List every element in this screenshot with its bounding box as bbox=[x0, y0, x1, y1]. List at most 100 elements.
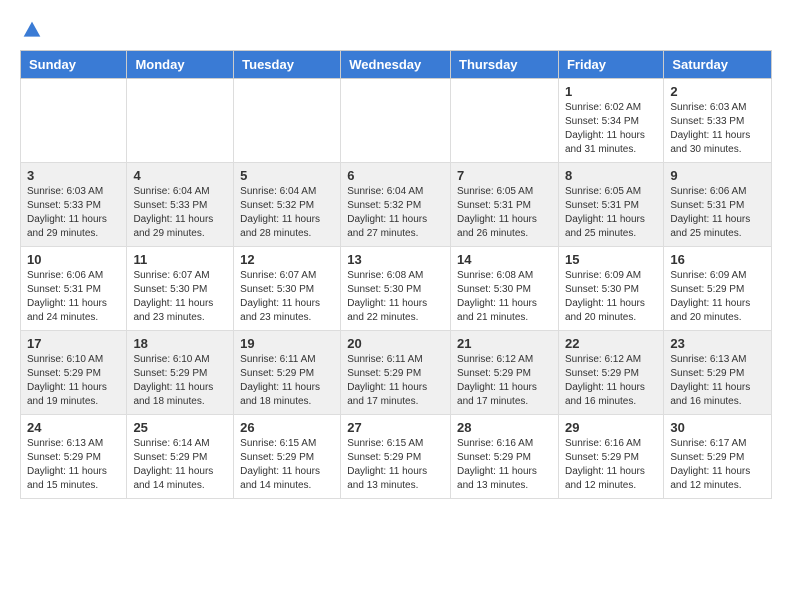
calendar-cell: 4 Sunrise: 6:04 AM Sunset: 5:33 PM Daylig… bbox=[127, 163, 234, 247]
day-number: 26 bbox=[240, 420, 334, 435]
day-info: Sunrise: 6:09 AM Sunset: 5:30 PM Dayligh… bbox=[565, 269, 657, 325]
day-info: Sunrise: 6:13 AM Sunset: 5:29 PM Dayligh… bbox=[27, 437, 120, 493]
day-number: 19 bbox=[240, 336, 334, 351]
day-number: 30 bbox=[670, 420, 765, 435]
calendar-cell: 27 Sunrise: 6:15 AM Sunset: 5:29 PM Dayli… bbox=[341, 415, 451, 499]
day-number: 18 bbox=[133, 336, 227, 351]
calendar-cell: 26 Sunrise: 6:15 AM Sunset: 5:29 PM Dayli… bbox=[234, 415, 341, 499]
day-number: 12 bbox=[240, 252, 334, 267]
calendar-cell: 2 Sunrise: 6:03 AM Sunset: 5:33 PM Daylig… bbox=[664, 79, 772, 163]
day-number: 11 bbox=[133, 252, 227, 267]
calendar-cell: 16 Sunrise: 6:09 AM Sunset: 5:29 PM Dayli… bbox=[664, 247, 772, 331]
calendar-week-4: 24 Sunrise: 6:13 AM Sunset: 5:29 PM Dayli… bbox=[21, 415, 772, 499]
calendar-cell: 11 Sunrise: 6:07 AM Sunset: 5:30 PM Dayli… bbox=[127, 247, 234, 331]
day-info: Sunrise: 6:04 AM Sunset: 5:33 PM Dayligh… bbox=[133, 185, 227, 241]
calendar-cell: 6Sunrise: 6:04 AM Sunset: 5:32 PM Daylig… bbox=[341, 163, 451, 247]
calendar-cell: 19 Sunrise: 6:11 AM Sunset: 5:29 PM Dayli… bbox=[234, 331, 341, 415]
day-number: 22 bbox=[565, 336, 657, 351]
calendar-cell: 29Sunrise: 6:16 AM Sunset: 5:29 PM Dayli… bbox=[558, 415, 663, 499]
day-number: 16 bbox=[670, 252, 765, 267]
day-number: 28 bbox=[457, 420, 552, 435]
day-info: Sunrise: 6:12 AM Sunset: 5:29 PM Dayligh… bbox=[565, 353, 657, 409]
day-number: 7 bbox=[457, 168, 552, 183]
calendar-cell: 21 Sunrise: 6:12 AM Sunset: 5:29 PM Dayli… bbox=[451, 331, 559, 415]
day-number: 9 bbox=[670, 168, 765, 183]
day-info: Sunrise: 6:17 AM Sunset: 5:29 PM Dayligh… bbox=[670, 437, 765, 493]
calendar-cell: 17 Sunrise: 6:10 AM Sunset: 5:29 PM Dayli… bbox=[21, 331, 127, 415]
day-number: 6 bbox=[347, 168, 444, 183]
calendar-week-3: 17 Sunrise: 6:10 AM Sunset: 5:29 PM Dayli… bbox=[21, 331, 772, 415]
calendar-cell: 18 Sunrise: 6:10 AM Sunset: 5:29 PM Dayli… bbox=[127, 331, 234, 415]
header-monday: Monday bbox=[127, 51, 234, 79]
day-info: Sunrise: 6:08 AM Sunset: 5:30 PM Dayligh… bbox=[457, 269, 552, 325]
header-thursday: Thursday bbox=[451, 51, 559, 79]
calendar-cell: 12 Sunrise: 6:07 AM Sunset: 5:30 PM Dayli… bbox=[234, 247, 341, 331]
day-number: 23 bbox=[670, 336, 765, 351]
day-info: Sunrise: 6:10 AM Sunset: 5:29 PM Dayligh… bbox=[27, 353, 120, 409]
calendar-week-1: 3Sunrise: 6:03 AM Sunset: 5:33 PM Daylig… bbox=[21, 163, 772, 247]
header-tuesday: Tuesday bbox=[234, 51, 341, 79]
day-info: Sunrise: 6:03 AM Sunset: 5:33 PM Dayligh… bbox=[670, 101, 765, 157]
logo-icon bbox=[22, 20, 42, 40]
day-info: Sunrise: 6:06 AM Sunset: 5:31 PM Dayligh… bbox=[27, 269, 120, 325]
day-info: Sunrise: 6:07 AM Sunset: 5:30 PM Dayligh… bbox=[240, 269, 334, 325]
day-info: Sunrise: 6:14 AM Sunset: 5:29 PM Dayligh… bbox=[133, 437, 227, 493]
page-header bbox=[20, 20, 772, 40]
day-info: Sunrise: 6:04 AM Sunset: 5:32 PM Dayligh… bbox=[240, 185, 334, 241]
calendar-cell: 22 Sunrise: 6:12 AM Sunset: 5:29 PM Dayli… bbox=[558, 331, 663, 415]
day-number: 24 bbox=[27, 420, 120, 435]
day-info: Sunrise: 6:11 AM Sunset: 5:29 PM Dayligh… bbox=[240, 353, 334, 409]
header-wednesday: Wednesday bbox=[341, 51, 451, 79]
day-number: 25 bbox=[133, 420, 227, 435]
day-number: 5 bbox=[240, 168, 334, 183]
calendar-cell: 1Sunrise: 6:02 AM Sunset: 5:34 PM Daylig… bbox=[558, 79, 663, 163]
calendar-cell: 10Sunrise: 6:06 AM Sunset: 5:31 PM Dayli… bbox=[21, 247, 127, 331]
day-number: 3 bbox=[27, 168, 120, 183]
calendar-cell: 13 Sunrise: 6:08 AM Sunset: 5:30 PM Dayli… bbox=[341, 247, 451, 331]
day-info: Sunrise: 6:15 AM Sunset: 5:29 PM Dayligh… bbox=[347, 437, 444, 493]
day-number: 15 bbox=[565, 252, 657, 267]
day-info: Sunrise: 6:12 AM Sunset: 5:29 PM Dayligh… bbox=[457, 353, 552, 409]
header-sunday: Sunday bbox=[21, 51, 127, 79]
day-number: 8 bbox=[565, 168, 657, 183]
day-info: Sunrise: 6:06 AM Sunset: 5:31 PM Dayligh… bbox=[670, 185, 765, 241]
day-info: Sunrise: 6:09 AM Sunset: 5:29 PM Dayligh… bbox=[670, 269, 765, 325]
day-number: 27 bbox=[347, 420, 444, 435]
calendar-cell: 28 Sunrise: 6:16 AM Sunset: 5:29 PM Dayli… bbox=[451, 415, 559, 499]
day-number: 21 bbox=[457, 336, 552, 351]
calendar-cell: 25 Sunrise: 6:14 AM Sunset: 5:29 PM Dayli… bbox=[127, 415, 234, 499]
day-info: Sunrise: 6:10 AM Sunset: 5:29 PM Dayligh… bbox=[133, 353, 227, 409]
calendar-cell bbox=[127, 79, 234, 163]
day-info: Sunrise: 6:15 AM Sunset: 5:29 PM Dayligh… bbox=[240, 437, 334, 493]
calendar-cell: 7Sunrise: 6:05 AM Sunset: 5:31 PM Daylig… bbox=[451, 163, 559, 247]
calendar-cell: 5 Sunrise: 6:04 AM Sunset: 5:32 PM Daylig… bbox=[234, 163, 341, 247]
calendar-cell: 8 Sunrise: 6:05 AM Sunset: 5:31 PM Daylig… bbox=[558, 163, 663, 247]
day-number: 1 bbox=[565, 84, 657, 99]
calendar-cell: 3Sunrise: 6:03 AM Sunset: 5:33 PM Daylig… bbox=[21, 163, 127, 247]
day-number: 14 bbox=[457, 252, 552, 267]
day-number: 17 bbox=[27, 336, 120, 351]
day-info: Sunrise: 6:07 AM Sunset: 5:30 PM Dayligh… bbox=[133, 269, 227, 325]
day-number: 4 bbox=[133, 168, 227, 183]
calendar-cell bbox=[234, 79, 341, 163]
calendar-cell: 30 Sunrise: 6:17 AM Sunset: 5:29 PM Dayli… bbox=[664, 415, 772, 499]
calendar-cell: 20Sunrise: 6:11 AM Sunset: 5:29 PM Dayli… bbox=[341, 331, 451, 415]
day-info: Sunrise: 6:11 AM Sunset: 5:29 PM Dayligh… bbox=[347, 353, 444, 409]
header-saturday: Saturday bbox=[664, 51, 772, 79]
day-number: 2 bbox=[670, 84, 765, 99]
calendar-cell: 15 Sunrise: 6:09 AM Sunset: 5:30 PM Dayli… bbox=[558, 247, 663, 331]
calendar-cell bbox=[451, 79, 559, 163]
day-info: Sunrise: 6:16 AM Sunset: 5:29 PM Dayligh… bbox=[457, 437, 552, 493]
logo bbox=[20, 20, 42, 40]
day-number: 13 bbox=[347, 252, 444, 267]
calendar-header-row: SundayMondayTuesdayWednesdayThursdayFrid… bbox=[21, 51, 772, 79]
calendar-cell: 23 Sunrise: 6:13 AM Sunset: 5:29 PM Dayli… bbox=[664, 331, 772, 415]
day-number: 29 bbox=[565, 420, 657, 435]
day-info: Sunrise: 6:13 AM Sunset: 5:29 PM Dayligh… bbox=[670, 353, 765, 409]
day-info: Sunrise: 6:05 AM Sunset: 5:31 PM Dayligh… bbox=[565, 185, 657, 241]
calendar-cell: 14 Sunrise: 6:08 AM Sunset: 5:30 PM Dayli… bbox=[451, 247, 559, 331]
calendar-cell bbox=[21, 79, 127, 163]
calendar-cell bbox=[341, 79, 451, 163]
day-info: Sunrise: 6:08 AM Sunset: 5:30 PM Dayligh… bbox=[347, 269, 444, 325]
calendar-week-0: 1Sunrise: 6:02 AM Sunset: 5:34 PM Daylig… bbox=[21, 79, 772, 163]
